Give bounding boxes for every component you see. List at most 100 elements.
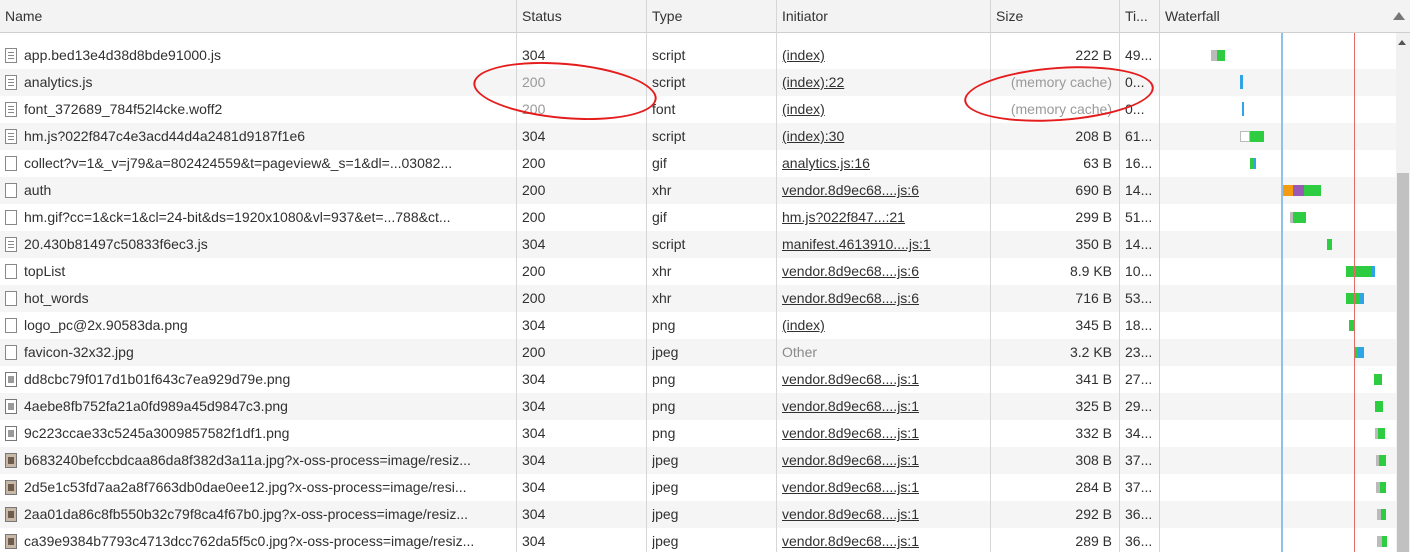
sort-ascending-icon[interactable] — [1393, 12, 1405, 20]
column-divider[interactable] — [1159, 0, 1160, 552]
request-initiator-link[interactable]: manifest.4613910....js:1 — [782, 231, 990, 258]
request-initiator-link[interactable]: hm.js?022f847...:21 — [782, 204, 990, 231]
waterfall-bar[interactable] — [1293, 185, 1304, 196]
request-row[interactable]: 20.430b81497c50833f6ec3.js 304 script manif… — [0, 231, 1396, 258]
waterfall-bar[interactable] — [1380, 482, 1386, 493]
request-name[interactable]: 2d5e1c53fd7aa2a8f7663db0dae0ee12.jpg?x-o… — [24, 474, 517, 501]
request-name[interactable]: 4aebe8fb752fa21a0fd989a45d9847c3.png — [24, 393, 517, 420]
request-initiator-link[interactable]: (index) — [782, 312, 990, 339]
request-initiator-link[interactable]: analytics.js:16 — [782, 150, 990, 177]
column-header-name[interactable]: Name — [0, 0, 517, 33]
request-row[interactable]: 9c223ccae33c5245a3009857582f1df1.png 304 p… — [0, 420, 1396, 447]
waterfall-bar[interactable] — [1240, 75, 1243, 89]
request-row[interactable]: hm.js?022f847c4e3acd44d4a2481d9187f1e6 30… — [0, 123, 1396, 150]
waterfall-bar[interactable] — [1374, 374, 1382, 385]
request-row[interactable]: 4aebe8fb752fa21a0fd989a45d9847c3.png 304 p… — [0, 393, 1396, 420]
request-initiator-link[interactable]: (index) — [782, 96, 990, 123]
request-name[interactable]: font_372689_784f52l4cke.woff2 — [24, 96, 517, 123]
scroll-up-arrow-icon[interactable] — [1398, 40, 1406, 45]
request-name[interactable]: dd8cbc79f017d1b01f643c7ea929d79e.png — [24, 366, 517, 393]
request-row[interactable]: b683240befccbdcaa86da8f382d3a11a.jpg?x-o… — [0, 447, 1396, 474]
waterfall-bar[interactable] — [1240, 131, 1250, 142]
request-row[interactable]: topList 200 xhr vendor.8d9ec68....js:6 8.9 K… — [0, 258, 1396, 285]
request-initiator-link[interactable]: vendor.8d9ec68....js:1 — [782, 366, 990, 393]
column-header-time[interactable]: Ti... — [1120, 0, 1160, 33]
waterfall-bar[interactable] — [1304, 185, 1321, 196]
request-name[interactable]: logo_pc@2x.90583da.png — [24, 312, 517, 339]
request-row[interactable]: 2aa01da86c8fb550b32c79f8ca4f67b0.jpg?x-o… — [0, 501, 1396, 528]
request-size: 284 B — [1075, 479, 1112, 495]
waterfall-bar[interactable] — [1379, 455, 1386, 466]
request-name[interactable]: hot_words — [24, 285, 517, 312]
waterfall-bar[interactable] — [1375, 401, 1383, 412]
request-row[interactable]: 2d5e1c53fd7aa2a8f7663db0dae0ee12.jpg?x-o… — [0, 474, 1396, 501]
waterfall-bar[interactable] — [1282, 185, 1293, 196]
request-row[interactable]: analytics.js 200 script (index):22 (memory c… — [0, 69, 1396, 96]
request-name[interactable]: b683240befccbdcaa86da8f382d3a11a.jpg?x-o… — [24, 447, 517, 474]
request-initiator-link[interactable]: (index) — [782, 42, 990, 69]
request-initiator-link[interactable]: vendor.8d9ec68....js:6 — [782, 285, 990, 312]
waterfall-bar[interactable] — [1293, 212, 1306, 223]
request-initiator-link[interactable]: vendor.8d9ec68....js:1 — [782, 474, 990, 501]
request-row[interactable]: app.bed13e4d38d8bde91000.js 304 script (ind… — [0, 42, 1396, 69]
request-row[interactable]: dd8cbc79f017d1b01f643c7ea929d79e.png 304 p… — [0, 366, 1396, 393]
request-name[interactable]: auth — [24, 177, 517, 204]
waterfall-bar[interactable] — [1382, 536, 1387, 547]
request-name[interactable]: hm.gif?cc=1&ck=1&cl=24-bit&ds=1920x1080&… — [24, 204, 517, 231]
request-row[interactable]: ca39e9384b7793c4713dcc762da5f5c0.jpg?x-o… — [0, 528, 1396, 552]
waterfall-bar[interactable] — [1378, 428, 1385, 439]
request-initiator-link[interactable]: vendor.8d9ec68....js:6 — [782, 258, 990, 285]
doc-file-icon — [5, 75, 17, 90]
network-panel: Name Status Type Initiator Size Ti... Wa… — [0, 0, 1410, 552]
waterfall-bar[interactable] — [1346, 266, 1371, 277]
column-header-initiator[interactable]: Initiator — [777, 0, 991, 33]
waterfall-bar[interactable] — [1371, 266, 1375, 277]
request-row[interactable]: favicon-32x32.jpg 200 jpeg Other 3.2 KB 23... — [0, 339, 1396, 366]
waterfall-bar[interactable] — [1327, 239, 1332, 250]
waterfall-bar[interactable] — [1381, 509, 1386, 520]
waterfall-bar[interactable] — [1250, 131, 1264, 142]
request-name[interactable]: ca39e9384b7793c4713dcc762da5f5c0.jpg?x-o… — [24, 528, 517, 552]
waterfall-bar[interactable] — [1254, 158, 1256, 169]
request-row[interactable]: hot_words 200 xhr vendor.8d9ec68....js:6 716… — [0, 285, 1396, 312]
waterfall-bar[interactable] — [1242, 102, 1244, 116]
request-row[interactable]: font_372689_784f52l4cke.woff2 200 font (ind… — [0, 96, 1396, 123]
blank-file-icon — [5, 183, 17, 198]
column-header-status[interactable]: Status — [517, 0, 647, 33]
request-name[interactable]: hm.js?022f847c4e3acd44d4a2481d9187f1e6 — [24, 123, 517, 150]
column-header-waterfall[interactable]: Waterfall — [1160, 0, 1390, 33]
column-divider[interactable] — [776, 0, 777, 552]
waterfall-bar[interactable] — [1360, 293, 1364, 304]
request-time: 16... — [1125, 155, 1153, 171]
request-initiator-link[interactable]: vendor.8d9ec68....js:1 — [782, 420, 990, 447]
request-initiator-link[interactable]: (index):22 — [782, 69, 990, 96]
request-row[interactable]: collect?v=1&_v=j79&a=802424559&t=pagevie… — [0, 150, 1396, 177]
request-name[interactable]: analytics.js — [24, 69, 517, 96]
request-name[interactable]: collect?v=1&_v=j79&a=802424559&t=pagevie… — [24, 150, 517, 177]
scrollbar-thumb[interactable] — [1397, 173, 1409, 552]
request-name[interactable]: topList — [24, 258, 517, 285]
request-initiator-link[interactable]: vendor.8d9ec68....js:1 — [782, 528, 990, 552]
request-name[interactable]: favicon-32x32.jpg — [24, 339, 517, 366]
request-initiator-link[interactable]: vendor.8d9ec68....js:6 — [782, 177, 990, 204]
request-initiator-link[interactable]: vendor.8d9ec68....js:1 — [782, 393, 990, 420]
request-status: 304 — [522, 128, 546, 144]
request-name[interactable]: 9c223ccae33c5245a3009857582f1df1.png — [24, 420, 517, 447]
request-size: 341 B — [1075, 371, 1112, 387]
waterfall-bar[interactable] — [1346, 293, 1360, 304]
column-header-size[interactable]: Size — [991, 0, 1120, 33]
request-name[interactable]: 20.430b81497c50833f6ec3.js — [24, 231, 517, 258]
column-header-type[interactable]: Type — [647, 0, 777, 33]
waterfall-bar[interactable] — [1358, 347, 1364, 358]
request-name[interactable]: app.bed13e4d38d8bde91000.js — [24, 42, 517, 69]
request-row[interactable]: auth 200 xhr vendor.8d9ec68....js:6 690 B 14.… — [0, 177, 1396, 204]
request-row[interactable]: hm.gif?cc=1&ck=1&cl=24-bit&ds=1920x1080&… — [0, 204, 1396, 231]
request-initiator-link[interactable]: vendor.8d9ec68....js:1 — [782, 447, 990, 474]
blank-file-icon — [5, 264, 17, 279]
request-initiator-link[interactable]: (index):30 — [782, 123, 990, 150]
waterfall-bar[interactable] — [1217, 50, 1225, 61]
column-divider[interactable] — [646, 0, 647, 552]
request-initiator-link[interactable]: vendor.8d9ec68....js:1 — [782, 501, 990, 528]
request-row[interactable]: logo_pc@2x.90583da.png 304 png (index) 345 B… — [0, 312, 1396, 339]
request-name[interactable]: 2aa01da86c8fb550b32c79f8ca4f67b0.jpg?x-o… — [24, 501, 517, 528]
